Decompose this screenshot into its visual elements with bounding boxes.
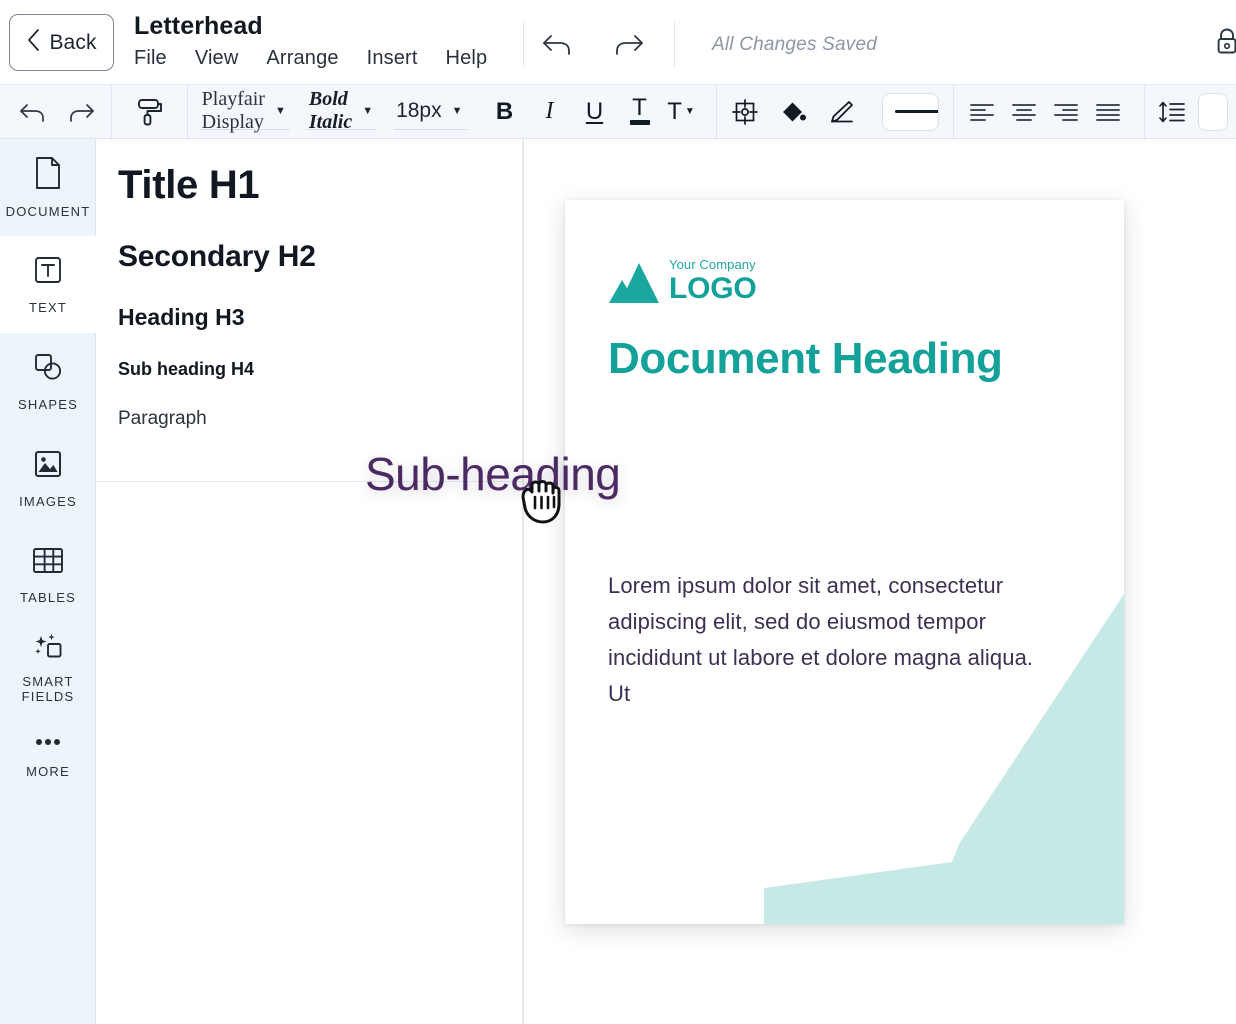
document-title-block: Letterhead File View Arrange Insert Help: [134, 12, 487, 70]
chevron-down-icon: ▼: [452, 105, 463, 117]
bold-button[interactable]: B: [485, 92, 525, 132]
style-item-paragraph[interactable]: Paragraph: [96, 408, 522, 430]
italic-button[interactable]: I: [530, 92, 570, 132]
sidebar-item-smart-fields[interactable]: SMARTFIELDS: [0, 624, 96, 712]
save-status-text: All Changes Saved: [712, 34, 877, 56]
chevron-left-icon: [26, 28, 40, 57]
menu-item-arrange[interactable]: Arrange: [266, 47, 338, 70]
menu-item-view[interactable]: View: [195, 47, 239, 70]
solid-line-icon: [895, 110, 940, 113]
style-item-title-h1[interactable]: Title H1: [96, 163, 522, 208]
align-right-icon[interactable]: [1046, 92, 1086, 132]
font-size-select[interactable]: 18px ▼: [394, 94, 466, 130]
back-button-label: Back: [49, 31, 96, 55]
logo-text: Your Company LOGO: [669, 258, 757, 304]
menu-bar: File View Arrange Insert Help: [134, 47, 487, 70]
stroke-control: ▼ 1 px: [882, 93, 940, 131]
underline-button[interactable]: U: [575, 92, 615, 132]
sidebar-item-more[interactable]: MORE: [0, 712, 96, 800]
back-button[interactable]: Back: [9, 14, 114, 71]
sparkle-square-icon: [31, 632, 65, 667]
ellipsis-icon: [31, 734, 65, 752]
table-grid-icon: [31, 546, 65, 581]
paint-roller-icon[interactable]: [129, 92, 169, 132]
document-title: Letterhead: [134, 12, 487, 41]
sidebar-item-document[interactable]: DOCUMENT: [0, 139, 96, 236]
chevron-down-icon: ▼: [275, 105, 286, 117]
sidebar-label-document: DOCUMENT: [6, 204, 91, 219]
shapes-icon: [32, 351, 64, 388]
logo-subtitle: Your Company: [669, 258, 757, 271]
text-options-label: T: [667, 98, 682, 126]
underline-label: U: [586, 98, 603, 126]
stroke-style-select[interactable]: ▼: [883, 106, 940, 118]
divider: [523, 22, 524, 67]
italic-label: I: [546, 98, 554, 125]
pencil-icon[interactable]: [821, 92, 861, 132]
align-justify-icon[interactable]: [1088, 92, 1128, 132]
style-item-heading-h3[interactable]: Heading H3: [96, 304, 522, 331]
redo-button-top[interactable]: [612, 30, 646, 63]
sidebar-item-shapes[interactable]: SHAPES: [0, 333, 96, 430]
text-styles-panel: Title H1 Secondary H2 Heading H3 Sub hea…: [96, 139, 523, 1024]
bold-label: B: [496, 98, 513, 126]
document-page[interactable]: Your Company LOGO Document Heading Lorem…: [565, 200, 1124, 924]
text-color-swatch: [630, 120, 650, 125]
font-family-select[interactable]: Playfair Display ▼: [200, 94, 290, 130]
document-canvas[interactable]: Your Company LOGO Document Heading Lorem…: [523, 139, 1236, 1024]
top-bar: Back Letterhead File View Arrange Insert…: [0, 0, 1236, 85]
image-icon: [32, 448, 64, 485]
document-body-text[interactable]: Lorem ipsum dolor sit amet, consectetur …: [608, 568, 1038, 711]
font-style-value: Bold Italic: [309, 88, 352, 134]
font-style-select[interactable]: Bold Italic ▼: [307, 94, 377, 130]
text-box-icon: [32, 254, 64, 291]
menu-item-file[interactable]: File: [134, 47, 167, 70]
sidebar-label-text: TEXT: [29, 300, 67, 315]
logo-title: LOGO: [669, 274, 757, 304]
document-page-icon: [33, 156, 63, 195]
paint-bucket-icon[interactable]: [773, 92, 813, 132]
style-item-sub-heading-h4[interactable]: Sub heading H4: [96, 359, 522, 380]
align-center-icon[interactable]: [1004, 92, 1044, 132]
crop-frame-icon[interactable]: [725, 92, 765, 132]
style-item-secondary-h2[interactable]: Secondary H2: [96, 240, 522, 274]
sidebar-item-images[interactable]: IMAGES: [0, 430, 96, 527]
format-toolbar: Playfair Display ▼ Bold Italic ▼ 18px ▼ …: [0, 85, 1236, 139]
redo-button[interactable]: [62, 92, 102, 132]
sidebar-item-text[interactable]: TEXT: [0, 236, 96, 333]
drag-guide-line: [523, 139, 524, 1024]
menu-item-help[interactable]: Help: [446, 47, 488, 70]
document-heading[interactable]: Document Heading: [608, 331, 1068, 387]
line-spacing-value-box[interactable]: [1198, 93, 1228, 131]
left-rail: DOCUMENT TEXT SHAPES IMAGES TABLES: [0, 139, 96, 1024]
app-window: Back Letterhead File View Arrange Insert…: [0, 0, 1236, 1024]
company-logo[interactable]: Your Company LOGO: [609, 258, 757, 304]
text-color-label: T: [632, 98, 647, 118]
undo-button[interactable]: [12, 92, 52, 132]
lock-icon[interactable]: [1216, 27, 1236, 62]
undo-button-top[interactable]: [540, 30, 574, 63]
font-size-value: 18px: [396, 99, 442, 123]
sidebar-label-more: MORE: [26, 764, 70, 779]
sidebar-label-smart-fields: SMARTFIELDS: [22, 674, 75, 704]
text-options-button[interactable]: T ▼: [665, 92, 698, 132]
sidebar-label-tables: TABLES: [20, 590, 76, 605]
divider: [674, 22, 675, 67]
sidebar-item-tables[interactable]: TABLES: [0, 527, 96, 624]
chevron-down-icon: ▼: [685, 106, 695, 117]
line-spacing-icon[interactable]: [1152, 92, 1192, 132]
divider: [96, 481, 523, 482]
font-family-value: Playfair Display: [202, 88, 265, 134]
menu-item-insert[interactable]: Insert: [367, 47, 418, 70]
align-left-icon[interactable]: [962, 92, 1002, 132]
text-color-button[interactable]: T: [620, 92, 660, 132]
mountain-logo-icon: [609, 262, 661, 304]
sidebar-label-images: IMAGES: [19, 494, 77, 509]
sidebar-label-shapes: SHAPES: [18, 397, 78, 412]
chevron-down-icon: ▼: [362, 105, 373, 117]
